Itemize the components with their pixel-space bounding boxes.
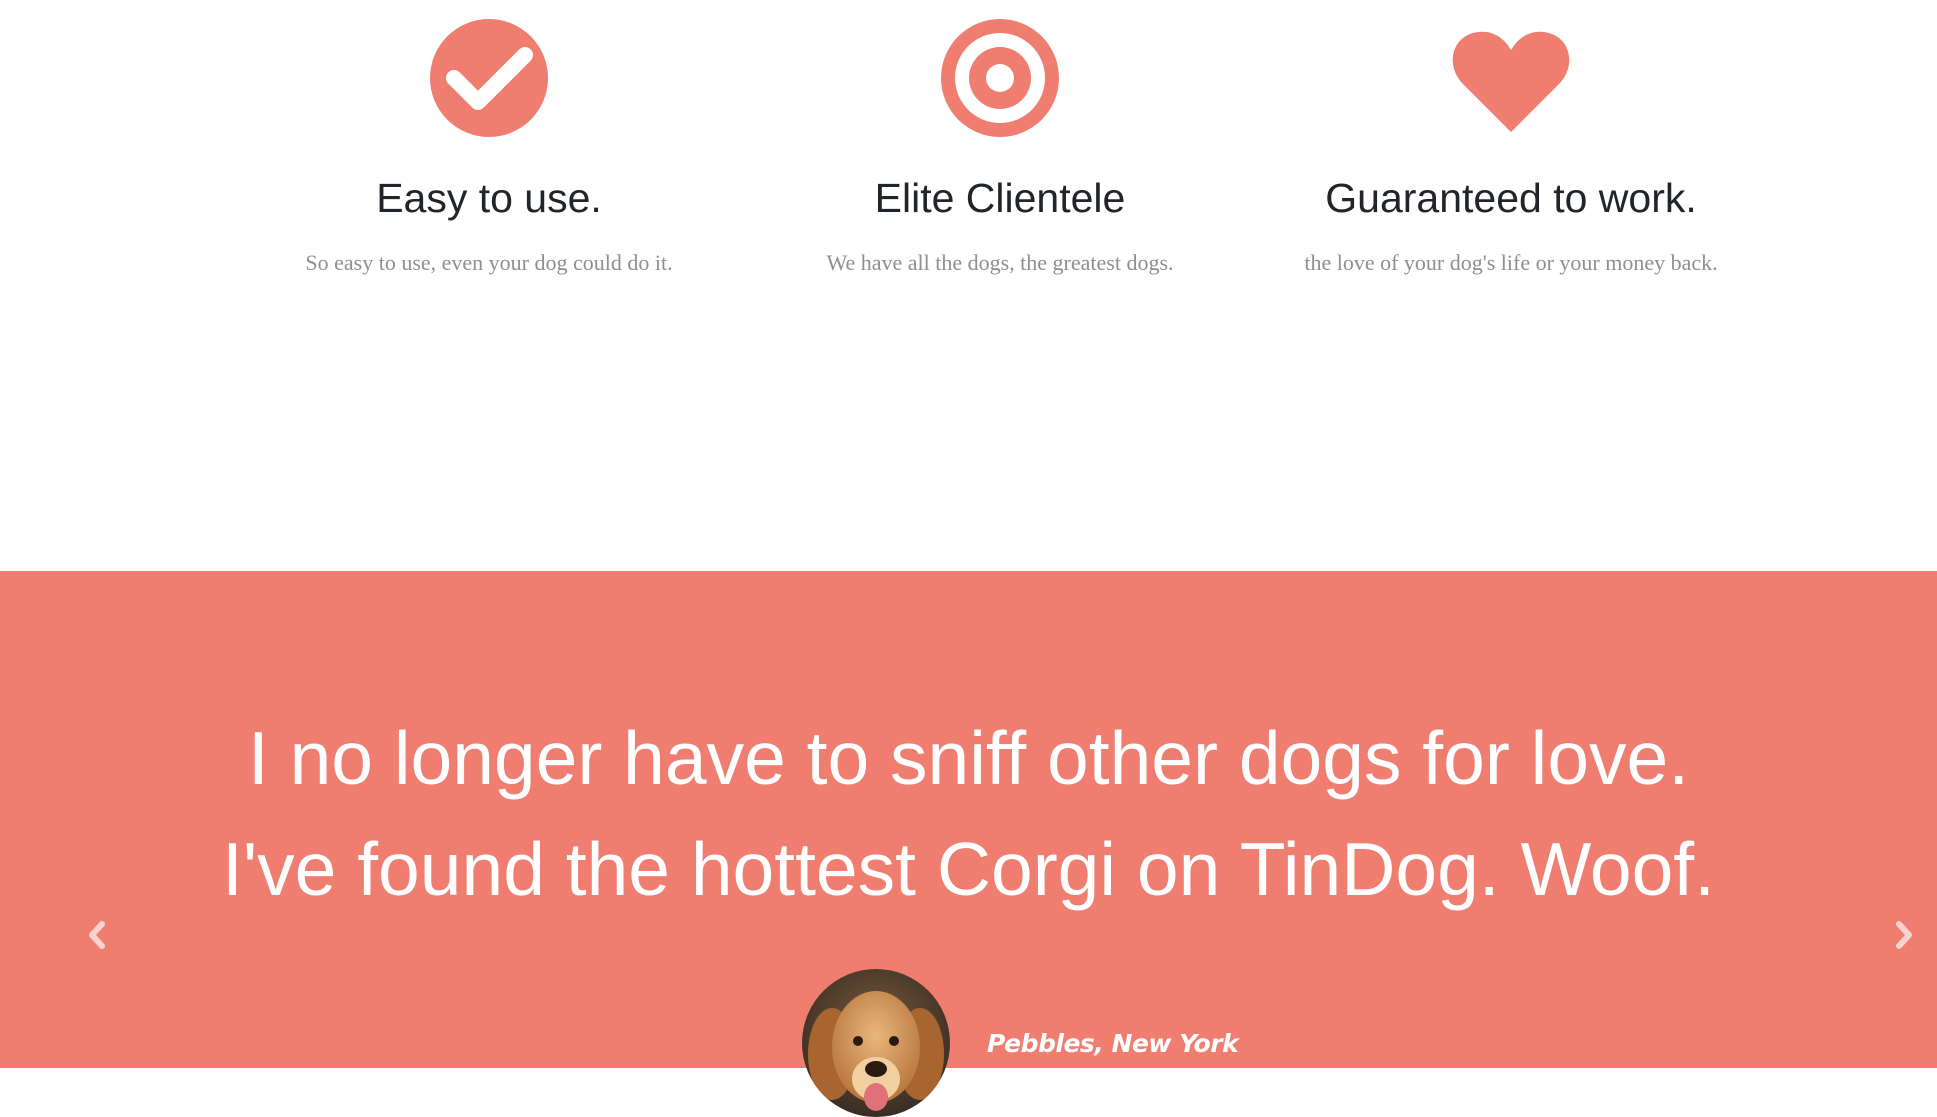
bullseye-icon — [940, 18, 1060, 138]
chevron-left-icon — [76, 921, 116, 964]
chevron-right-icon — [1885, 921, 1925, 964]
heart-icon — [1451, 18, 1571, 138]
carousel-prev-button[interactable] — [76, 910, 116, 960]
testimonial-author: Pebbles, New York — [987, 1029, 1239, 1058]
testimonial-quote-line-2: I've found the hottest Corgi on TinDog. … — [222, 827, 1715, 911]
feature-description: So easy to use, even your dog could do i… — [305, 250, 673, 275]
feature-title: Easy to use. — [376, 175, 602, 221]
feature-description: We have all the dogs, the greatest dogs. — [826, 250, 1174, 275]
testimonial-quote-line-1: I no longer have to sniff other dogs for… — [247, 716, 1690, 800]
testimonial-avatar — [802, 969, 950, 1117]
features-section: Easy to use. So easy to use, even your d… — [0, 0, 1937, 571]
feature-description: the love of your dog's life or your mone… — [1304, 250, 1718, 275]
feature-title: Guaranteed to work. — [1325, 175, 1697, 221]
check-circle-icon — [429, 18, 549, 138]
carousel-next-button[interactable] — [1885, 910, 1925, 960]
testimonial-carousel: I no longer have to sniff other dogs for… — [0, 571, 1937, 1117]
feature-title: Elite Clientele — [874, 175, 1126, 221]
